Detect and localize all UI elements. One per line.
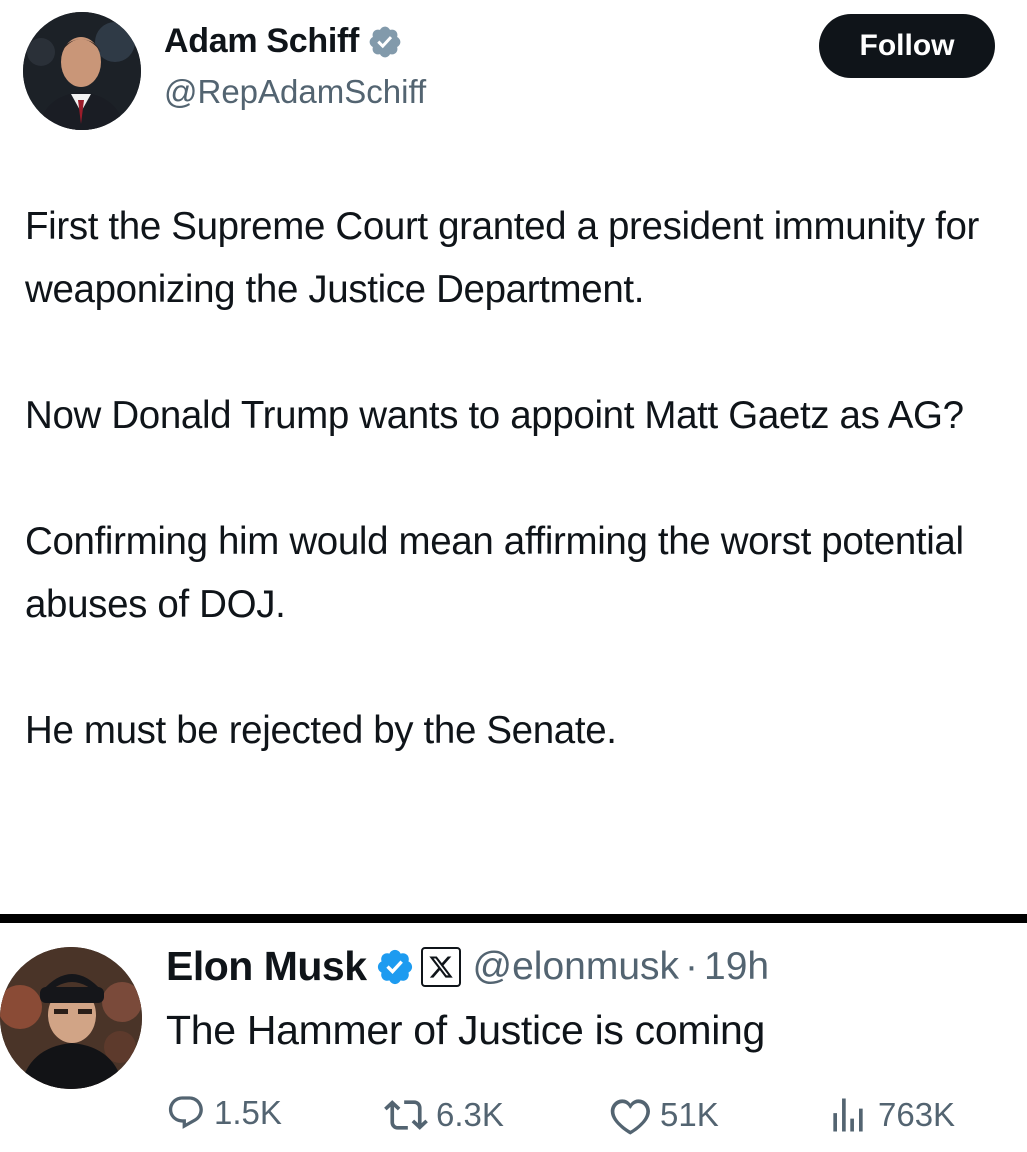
display-name[interactable]: Elon Musk xyxy=(166,943,367,990)
handle[interactable]: @RepAdamSchiff xyxy=(164,73,426,111)
divider xyxy=(0,914,1027,923)
tweet-paragraph: First the Supreme Court granted a presid… xyxy=(25,205,980,311)
reply-count: 1.5K xyxy=(214,1094,282,1131)
tweet-schiff: Adam Schiff @RepAdamSchiff Follow First … xyxy=(0,0,1027,914)
tweet-paragraph: Now Donald Trump wants to appoint Matt G… xyxy=(25,394,964,437)
author-row-musk: Elon Musk @elonmusk · 19h xyxy=(166,943,769,990)
like-count: 51K xyxy=(660,1096,719,1133)
tweet-paragraph: He must be rejected by the Senate. xyxy=(25,709,617,752)
tweet-paragraph: Confirming him would mean affirming the … xyxy=(25,520,964,626)
verified-blue-badge-icon[interactable] xyxy=(375,947,415,987)
tweet-text: The Hammer of Justice is coming xyxy=(166,1007,766,1053)
author-row-schiff: Adam Schiff xyxy=(164,22,403,61)
separator-dot: · xyxy=(685,944,699,988)
avatar-musk-image xyxy=(0,947,142,1089)
views-chart-icon xyxy=(833,1098,863,1132)
like-button[interactable]: 51K xyxy=(608,1093,719,1137)
display-name[interactable]: Adam Schiff xyxy=(164,22,359,61)
avatar-musk[interactable] xyxy=(0,947,142,1089)
x-logo-icon[interactable] xyxy=(420,946,461,987)
heart-icon xyxy=(610,1099,650,1135)
timestamp[interactable]: 19h xyxy=(704,945,769,989)
action-bar: 1.5K 6.3K 51K 763K xyxy=(166,1093,996,1143)
verified-gray-badge-icon[interactable] xyxy=(367,24,403,60)
repost-icon xyxy=(384,1100,428,1130)
tweet-text: First the Supreme Court granted a presid… xyxy=(25,195,1015,762)
reply-icon xyxy=(168,1096,203,1129)
avatar-schiff[interactable] xyxy=(23,12,141,130)
avatar-schiff-image xyxy=(23,12,141,130)
repost-button[interactable]: 6.3K xyxy=(384,1093,504,1137)
repost-count: 6.3K xyxy=(436,1096,504,1133)
views-count: 763K xyxy=(878,1096,956,1133)
tweet-musk: Elon Musk @elonmusk · 19h The Hammer of … xyxy=(0,923,1027,1152)
reply-button[interactable]: 1.5K xyxy=(166,1093,282,1133)
follow-button[interactable]: Follow xyxy=(819,14,995,78)
handle[interactable]: @elonmusk xyxy=(473,945,680,989)
views-button[interactable]: 763K xyxy=(826,1093,955,1137)
